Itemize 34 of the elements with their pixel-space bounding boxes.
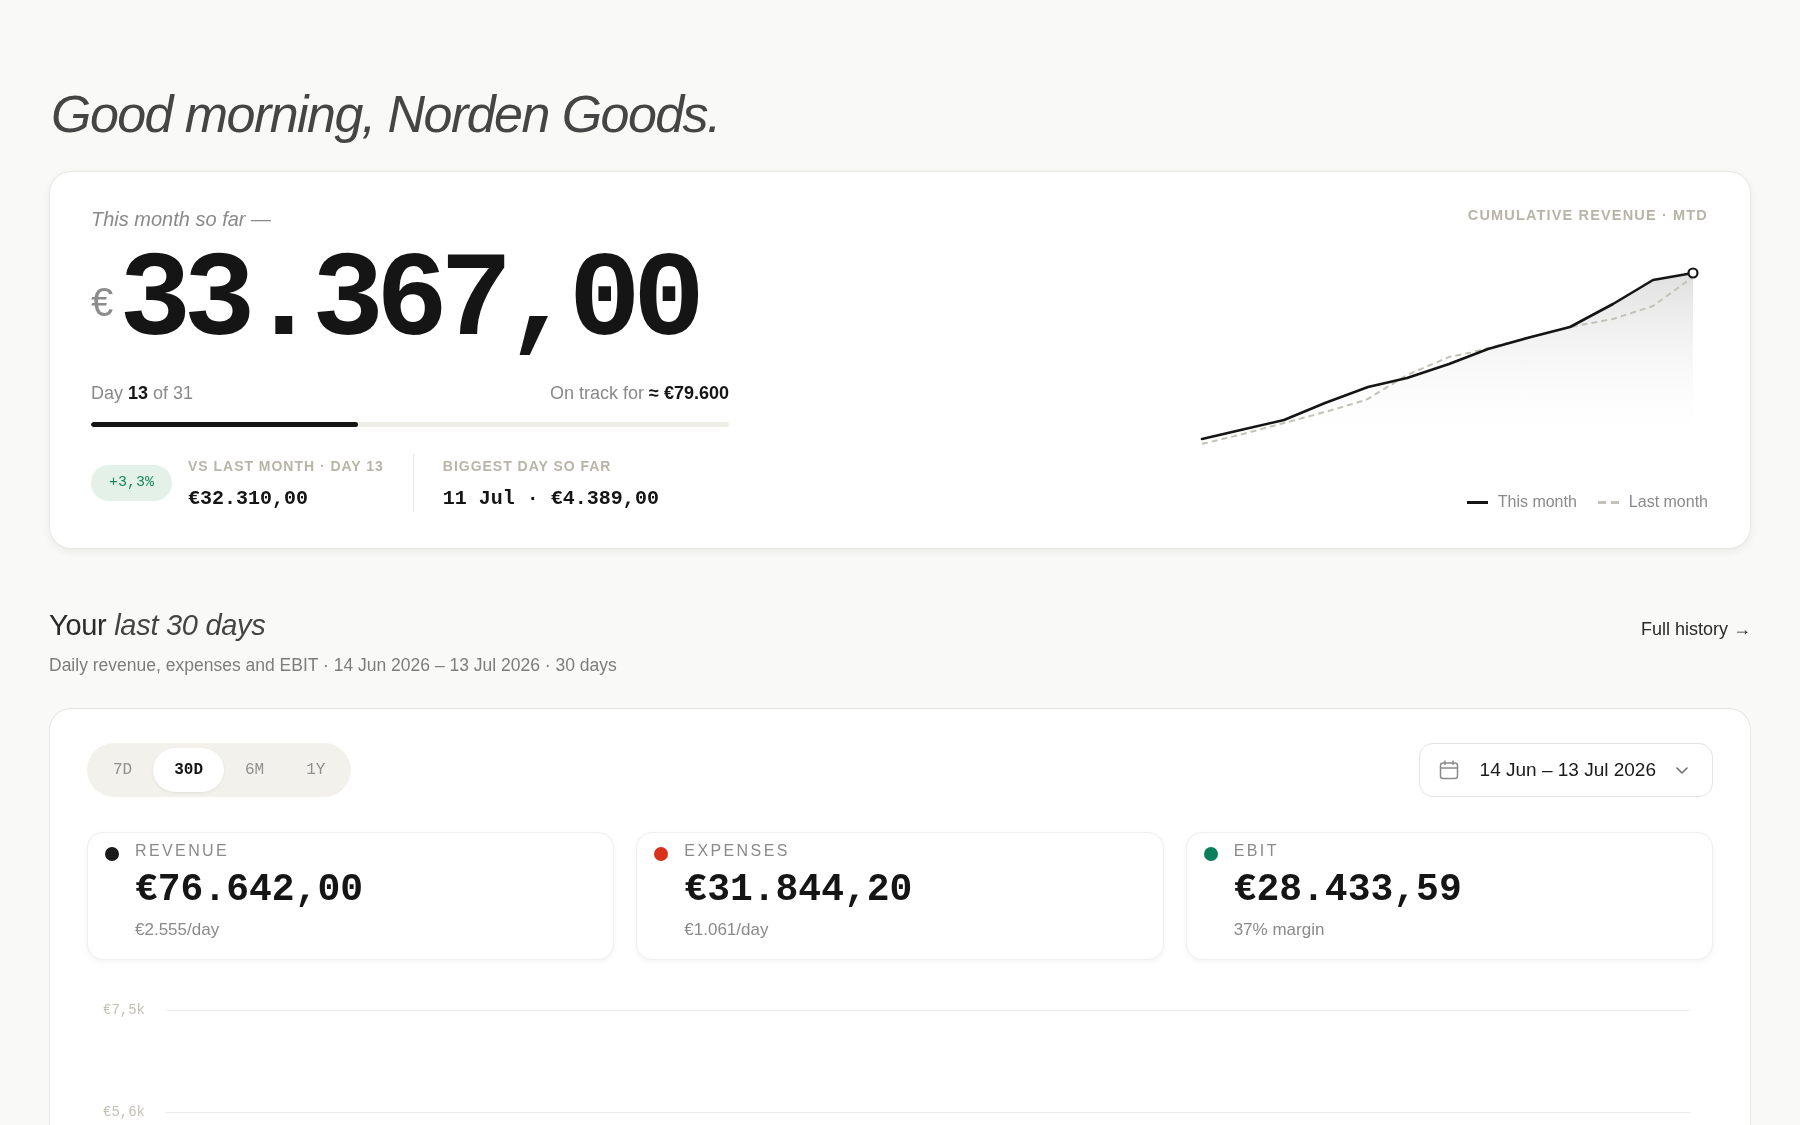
date-range-picker[interactable]: 14 Jun – 13 Jul 2026 <box>1418 743 1713 797</box>
forecast-text: On track for ≈ €79.600 <box>550 382 729 405</box>
metric-label: EXPENSES <box>684 841 790 861</box>
stat-label: BIGGEST DAY SO FAR <box>442 456 612 476</box>
total-amount: 33.367,00 <box>119 242 699 362</box>
metric-note: €2.555/day <box>135 919 220 941</box>
axis-label: €5,6k <box>103 1103 145 1122</box>
section-subtitle: Daily revenue, expenses and EBIT · 14 Jun 2026 – 13 Jul 2026 · 30 days <box>49 654 617 677</box>
solid-line-icon <box>1466 500 1488 504</box>
full-history-link[interactable]: Full history → <box>1640 616 1751 642</box>
range-tab[interactable]: 30D <box>153 748 224 792</box>
chart-title: CUMULATIVE REVENUE · MTD <box>1467 206 1708 225</box>
chevron-down-icon <box>1676 766 1688 774</box>
section-heading: Your last 30 days <box>49 608 266 643</box>
stat-value: 11 Jul · €4.389,00 <box>442 486 659 511</box>
metric-value: €28.433,59 <box>1233 868 1462 912</box>
metric-value: €76.642,00 <box>135 868 364 912</box>
axis-label: €7,5k <box>103 1001 145 1020</box>
dashed-line-icon <box>1597 500 1619 504</box>
stat-value: €32.310,00 <box>188 486 309 511</box>
legend-label: This month <box>1497 492 1577 512</box>
calendar-icon <box>1438 760 1459 780</box>
metric-label: REVENUE <box>135 841 230 861</box>
day-progress-text: Day 13 of 31 <box>91 382 194 405</box>
metric-note: €1.061/day <box>684 919 769 941</box>
metric-value: €31.844,20 <box>684 868 913 912</box>
metric-label: EBIT <box>1233 841 1279 861</box>
metric-note: 37% margin <box>1233 919 1325 941</box>
change-badge: +3,3% <box>91 465 172 501</box>
legend-label: Last month <box>1628 492 1708 512</box>
caption-text: This month so far — <box>91 207 272 231</box>
currency-symbol: € <box>91 280 114 324</box>
greeting-heading: Good morning, Norden Goods. <box>51 84 720 144</box>
stat-label: VS LAST MONTH · DAY 13 <box>188 456 384 476</box>
